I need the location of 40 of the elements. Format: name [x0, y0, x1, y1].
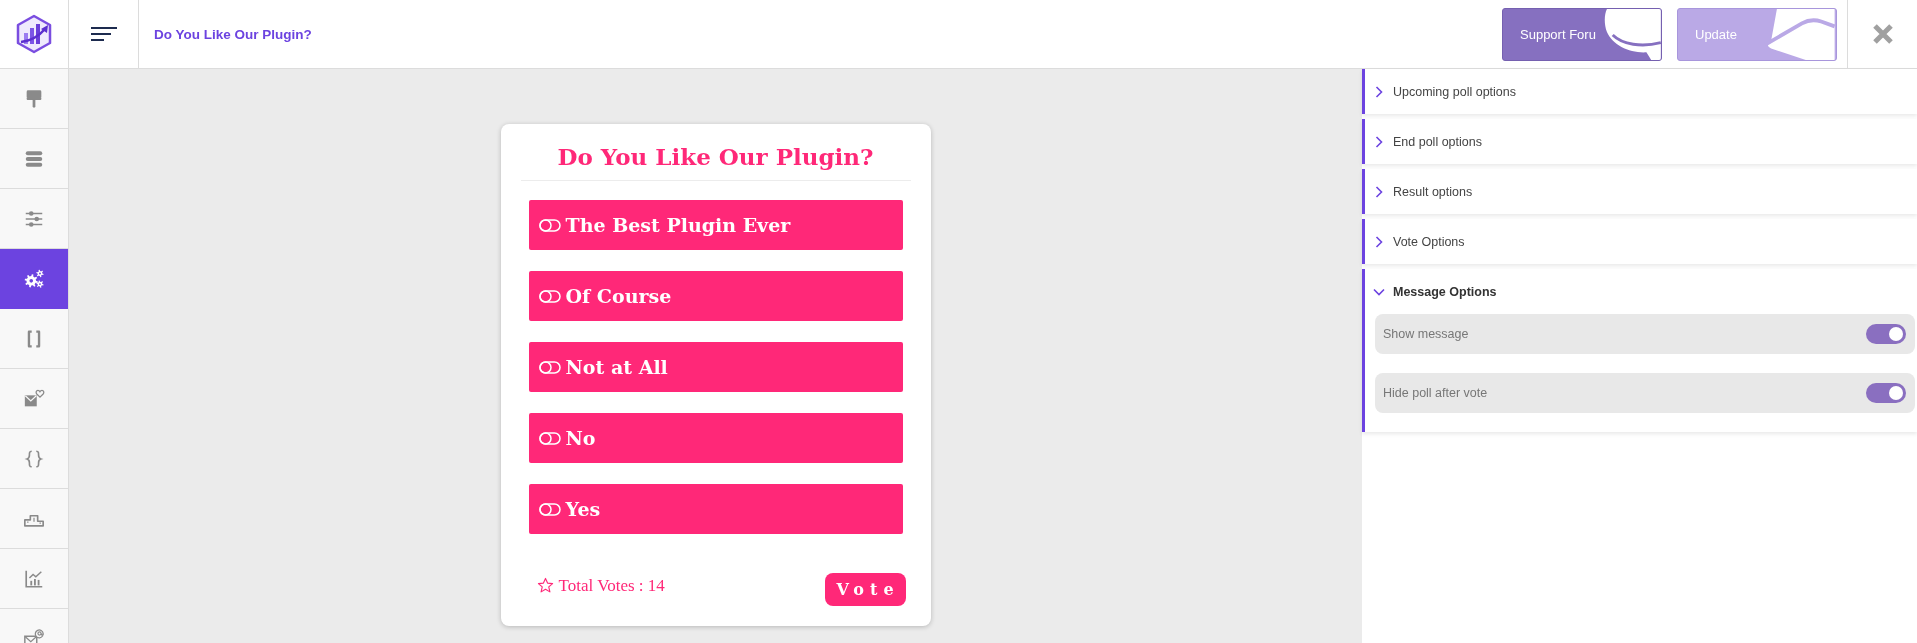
toggle-icon — [538, 360, 561, 374]
accordion-header[interactable]: Result options — [1365, 169, 1917, 214]
logo-icon — [14, 14, 54, 54]
braces-icon — [23, 447, 45, 470]
support-forum-button[interactable]: Support Foru — [1502, 7, 1662, 61]
chevron-right-icon — [1375, 235, 1383, 248]
poll-option[interactable]: The Best Plugin Ever — [528, 200, 903, 250]
menu-button[interactable] — [90, 26, 117, 42]
accordion-header[interactable]: Message Options — [1365, 269, 1917, 314]
toggle-icon — [538, 289, 561, 303]
gears-icon — [23, 267, 45, 290]
close-button[interactable] — [1871, 23, 1894, 45]
setting-label: Show message — [1383, 327, 1469, 341]
menu-icon — [90, 26, 117, 42]
update-button[interactable]: Update — [1677, 7, 1837, 61]
poll-option[interactable]: Not at All — [528, 342, 903, 392]
chevron-down-icon — [1373, 287, 1385, 296]
poll-title: Do You Like Our Plugin? — [520, 124, 911, 181]
chevron-right-icon — [1375, 135, 1383, 148]
total-votes-label: Total Votes : 14 — [558, 575, 665, 596]
poll-option[interactable]: No — [528, 413, 903, 463]
star-icon — [536, 577, 554, 594]
toggle-icon — [538, 502, 561, 516]
setting-label: Hide poll after vote — [1383, 386, 1488, 400]
sidebar-button[interactable] — [0, 249, 68, 309]
poll-option[interactable]: Yes — [528, 484, 903, 534]
poll-option[interactable]: Of Course — [528, 271, 903, 321]
accordion-header[interactable]: End poll options — [1365, 119, 1917, 164]
chevron-right-icon — [1375, 85, 1383, 98]
toggle-icon — [538, 218, 561, 232]
mail-at-icon — [23, 627, 45, 643]
close-icon — [1871, 23, 1894, 45]
vote-button[interactable]: Vote — [824, 573, 906, 606]
page-title: Do You Like Our Plugin? — [153, 26, 313, 42]
toggle-switch[interactable] — [1866, 324, 1906, 344]
accordion-header[interactable]: Upcoming poll options — [1365, 69, 1917, 114]
toggle-switch[interactable] — [1866, 383, 1906, 403]
toggle-icon — [538, 431, 561, 445]
accordion-header[interactable]: Vote Options — [1365, 219, 1917, 264]
chevron-right-icon — [1375, 185, 1383, 198]
